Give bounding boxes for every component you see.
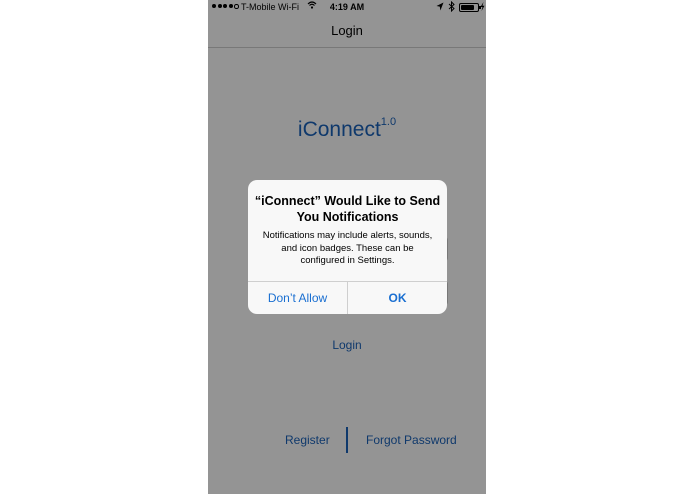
dont-allow-button[interactable]: Don’t Allow	[248, 282, 347, 314]
alert-message: Notifications may include alerts, sounds…	[262, 230, 433, 266]
alert-title: “iConnect” Would Like to Send You Notifi…	[254, 194, 441, 224]
phone-screen: T-Mobile Wi-Fi 4:19 AM Login iConnect1.0…	[208, 0, 486, 494]
notification-permission-alert: “iConnect” Would Like to Send You Notifi…	[248, 180, 447, 314]
ok-button[interactable]: OK	[348, 282, 447, 314]
